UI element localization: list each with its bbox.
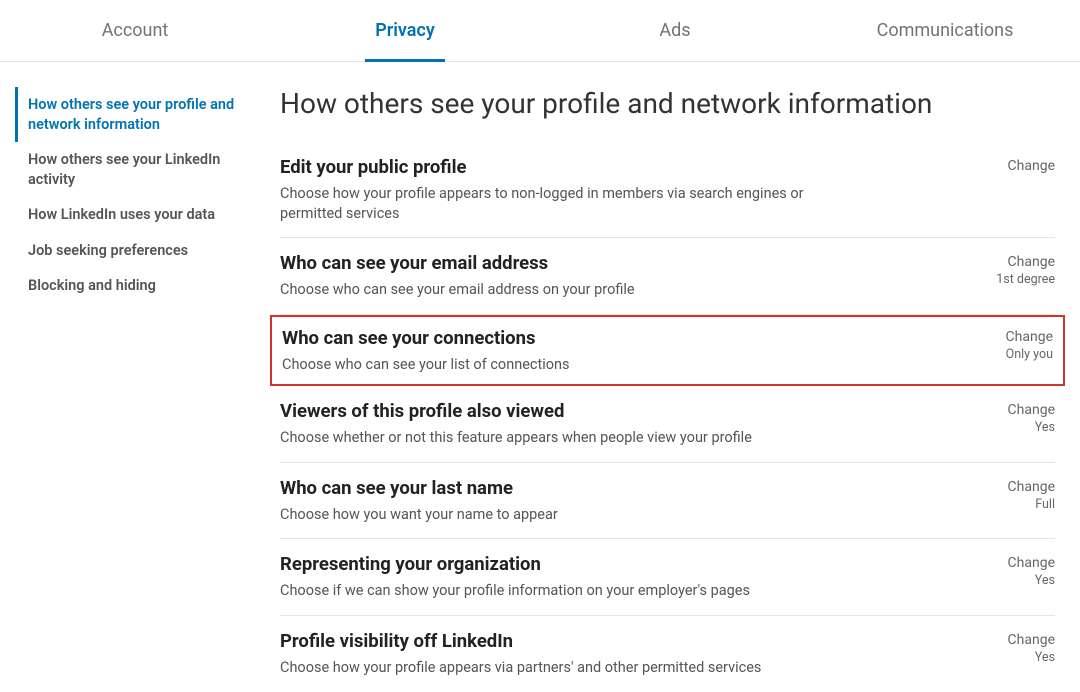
setting-action: Change Only you [1006, 327, 1055, 362]
page-title: How others see your profile and network … [280, 87, 1055, 120]
setting-last-name[interactable]: Who can see your last name Choose how yo… [280, 463, 1055, 540]
content-wrapper: How others see your profile and network … [0, 62, 1080, 692]
setting-representing-org[interactable]: Representing your organization Choose if… [280, 539, 1055, 616]
setting-action: Change Yes [1008, 630, 1055, 665]
setting-title: Who can see your email address [280, 252, 635, 274]
setting-title: Representing your organization [280, 553, 750, 575]
setting-text: Edit your public profile Choose how your… [280, 156, 840, 223]
setting-viewers-also-viewed[interactable]: Viewers of this profile also viewed Choo… [280, 386, 1055, 463]
tab-ads[interactable]: Ads [540, 20, 810, 61]
setting-action: Change Full [1008, 477, 1055, 512]
setting-desc: Choose how you want your name to appear [280, 505, 558, 525]
tab-privacy[interactable]: Privacy [270, 20, 540, 61]
sidebar-item-uses-data[interactable]: How LinkedIn uses your data [15, 197, 250, 233]
change-link[interactable]: Change [1008, 479, 1055, 495]
setting-visibility-off-linkedin[interactable]: Profile visibility off LinkedIn Choose h… [280, 616, 1055, 692]
setting-text: Viewers of this profile also viewed Choo… [280, 400, 752, 448]
setting-title: Viewers of this profile also viewed [280, 400, 752, 422]
settings-tabs: Account Privacy Ads Communications [0, 0, 1080, 62]
setting-value: Yes [1008, 420, 1055, 435]
setting-text: Who can see your email address Choose wh… [280, 252, 635, 300]
setting-desc: Choose whether or not this feature appea… [280, 428, 752, 448]
setting-public-profile[interactable]: Edit your public profile Choose how your… [280, 142, 1055, 238]
setting-desc: Choose who can see your email address on… [280, 280, 635, 300]
setting-action: Change [1008, 156, 1055, 174]
setting-desc: Choose who can see your list of connecti… [282, 355, 570, 375]
setting-title: Profile visibility off LinkedIn [280, 630, 761, 652]
setting-value: 1st degree [996, 272, 1055, 287]
change-link[interactable]: Change [1008, 555, 1055, 571]
change-link[interactable]: Change [1008, 402, 1055, 418]
setting-action: Change Yes [1008, 400, 1055, 435]
sidebar: How others see your profile and network … [0, 87, 260, 692]
setting-text: Profile visibility off LinkedIn Choose h… [280, 630, 761, 678]
setting-title: Who can see your connections [282, 327, 570, 349]
change-link[interactable]: Change [1008, 632, 1055, 648]
setting-action: Change 1st degree [996, 252, 1055, 287]
tab-communications[interactable]: Communications [810, 20, 1080, 61]
setting-title: Who can see your last name [280, 477, 558, 499]
sidebar-item-profile-network[interactable]: How others see your profile and network … [15, 87, 250, 142]
main-panel: How others see your profile and network … [260, 87, 1080, 692]
sidebar-item-blocking[interactable]: Blocking and hiding [15, 268, 250, 304]
setting-email-visibility[interactable]: Who can see your email address Choose wh… [280, 238, 1055, 315]
setting-value: Yes [1008, 650, 1055, 665]
setting-action: Change Yes [1008, 553, 1055, 588]
sidebar-item-activity[interactable]: How others see your LinkedIn activity [15, 142, 250, 197]
setting-text: Representing your organization Choose if… [280, 553, 750, 601]
setting-connections-visibility[interactable]: Who can see your connections Choose who … [270, 315, 1065, 387]
setting-desc: Choose how your profile appears to non-l… [280, 184, 840, 223]
tab-account[interactable]: Account [0, 20, 270, 61]
setting-desc: Choose how your profile appears via part… [280, 658, 761, 678]
change-link[interactable]: Change [996, 254, 1055, 270]
change-link[interactable]: Change [1008, 158, 1055, 174]
sidebar-item-job-seeking[interactable]: Job seeking preferences [15, 233, 250, 269]
setting-value: Full [1008, 497, 1055, 512]
setting-title: Edit your public profile [280, 156, 840, 178]
setting-text: Who can see your connections Choose who … [280, 327, 570, 375]
setting-desc: Choose if we can show your profile infor… [280, 581, 750, 601]
setting-value: Only you [1006, 347, 1053, 362]
setting-text: Who can see your last name Choose how yo… [280, 477, 558, 525]
setting-value: Yes [1008, 573, 1055, 588]
change-link[interactable]: Change [1006, 329, 1053, 345]
